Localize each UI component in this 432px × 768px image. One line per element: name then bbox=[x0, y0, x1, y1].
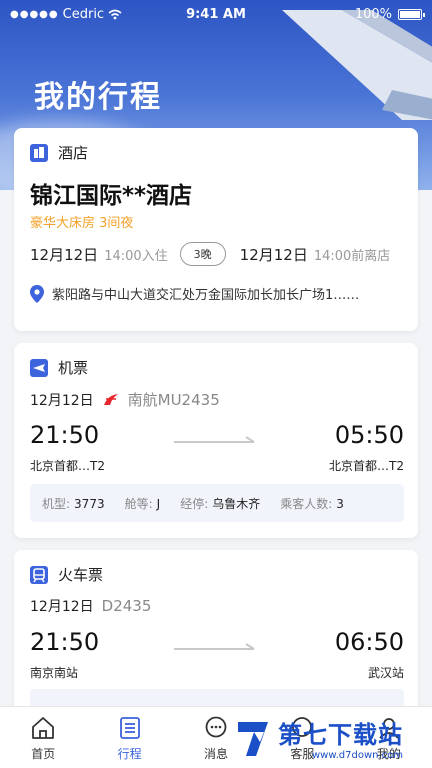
train-icon bbox=[30, 565, 48, 584]
train-card[interactable]: 火车票 12月12日 D2435 21:50 06:50 南京南站 武汉站 bbox=[14, 550, 418, 720]
hotel-room-type: 豪华大床房 3间夜 bbox=[30, 216, 134, 231]
tab-messages-label: 消息 bbox=[204, 747, 229, 761]
train-number: D2435 bbox=[101, 597, 152, 615]
flight-arrival-time: 05:50 bbox=[334, 421, 404, 449]
hotel-name: 锦江国际**酒店 bbox=[30, 183, 193, 209]
train-arrival-station: 武汉站 bbox=[367, 666, 404, 680]
train-departure-time: 21:50 bbox=[30, 628, 100, 656]
tab-itinerary[interactable]: 行程 bbox=[86, 707, 172, 768]
train-arrival-time: 06:50 bbox=[334, 628, 404, 656]
cabin-class: 舱等: J bbox=[124, 496, 161, 511]
page-title: 我的行程 bbox=[34, 80, 162, 115]
flight-departure-time: 21:50 bbox=[30, 421, 100, 449]
battery-percent: 100% bbox=[354, 7, 392, 22]
flight-category-label: 机票 bbox=[58, 359, 89, 377]
flight-info-box: 机型: 3773 舱等: J 经停: 乌鲁木齐 乘客人数: 3 bbox=[30, 484, 404, 522]
train-departure-station: 南京南站 bbox=[30, 666, 79, 680]
flight-departure-station: 北京首都…T2 bbox=[30, 459, 105, 473]
watermark-logo-icon bbox=[238, 722, 268, 756]
location-pin-icon bbox=[30, 284, 44, 303]
tab-itinerary-label: 行程 bbox=[117, 747, 142, 761]
home-icon bbox=[32, 717, 55, 739]
message-icon bbox=[205, 716, 227, 738]
airline-logo-icon bbox=[103, 393, 118, 405]
site-watermark: 第七下载站 www.d7down.com bbox=[234, 712, 424, 764]
hotel-address-text: 紫阳路与中山大道交汇处万金国际加长加长广场1…… bbox=[52, 288, 360, 303]
passenger-count: 乘客人数: 3 bbox=[280, 496, 344, 511]
flight-number: 南航MU2435 bbox=[127, 391, 220, 409]
checkin-time: 14:00入住 bbox=[104, 248, 168, 264]
aircraft-model: 机型: 3773 bbox=[42, 496, 105, 511]
checkout-date: 12月12日 bbox=[239, 245, 308, 264]
tab-home-label: 首页 bbox=[31, 747, 56, 761]
flight-date: 12月12日 bbox=[30, 392, 94, 409]
airplane-icon bbox=[30, 358, 48, 377]
battery-icon bbox=[398, 9, 425, 20]
tab-home[interactable]: 首页 bbox=[0, 707, 86, 768]
direction-arrow-icon bbox=[174, 436, 255, 443]
itinerary-icon bbox=[119, 717, 140, 739]
flight-card[interactable]: 机票 12月12日 南航MU2435 21:50 05:50 北京首都…T2 北… bbox=[14, 343, 418, 538]
stopover: 经停: 乌鲁木齐 bbox=[180, 496, 261, 511]
watermark-url: www.d7down.com bbox=[311, 750, 403, 761]
hotel-category-label: 酒店 bbox=[58, 144, 89, 162]
hotel-icon bbox=[30, 143, 48, 162]
hotel-card[interactable]: 酒店 锦江国际**酒店 豪华大床房 3间夜 12月12日 14:00入住 3晚 … bbox=[14, 128, 418, 331]
train-category-label: 火车票 bbox=[58, 566, 104, 584]
checkin-date: 12月12日 bbox=[30, 245, 99, 264]
train-date: 12月12日 bbox=[30, 599, 94, 615]
hotel-dates: 12月12日 14:00入住 3晚 12月12日 14:00前离店 bbox=[30, 242, 410, 266]
direction-arrow-icon bbox=[174, 643, 255, 650]
watermark-text: 第七下载站 bbox=[278, 721, 403, 749]
checkout-time: 14:00前离店 bbox=[313, 248, 391, 264]
status-bar: ●●●●● Cedric 9:41 AM 100% bbox=[0, 0, 432, 30]
nights-badge: 3晚 bbox=[179, 242, 226, 266]
flight-arrival-station: 北京首都…T2 bbox=[329, 459, 404, 473]
hotel-address[interactable]: 紫阳路与中山大道交汇处万金国际加长加长广场1…… bbox=[30, 284, 406, 303]
